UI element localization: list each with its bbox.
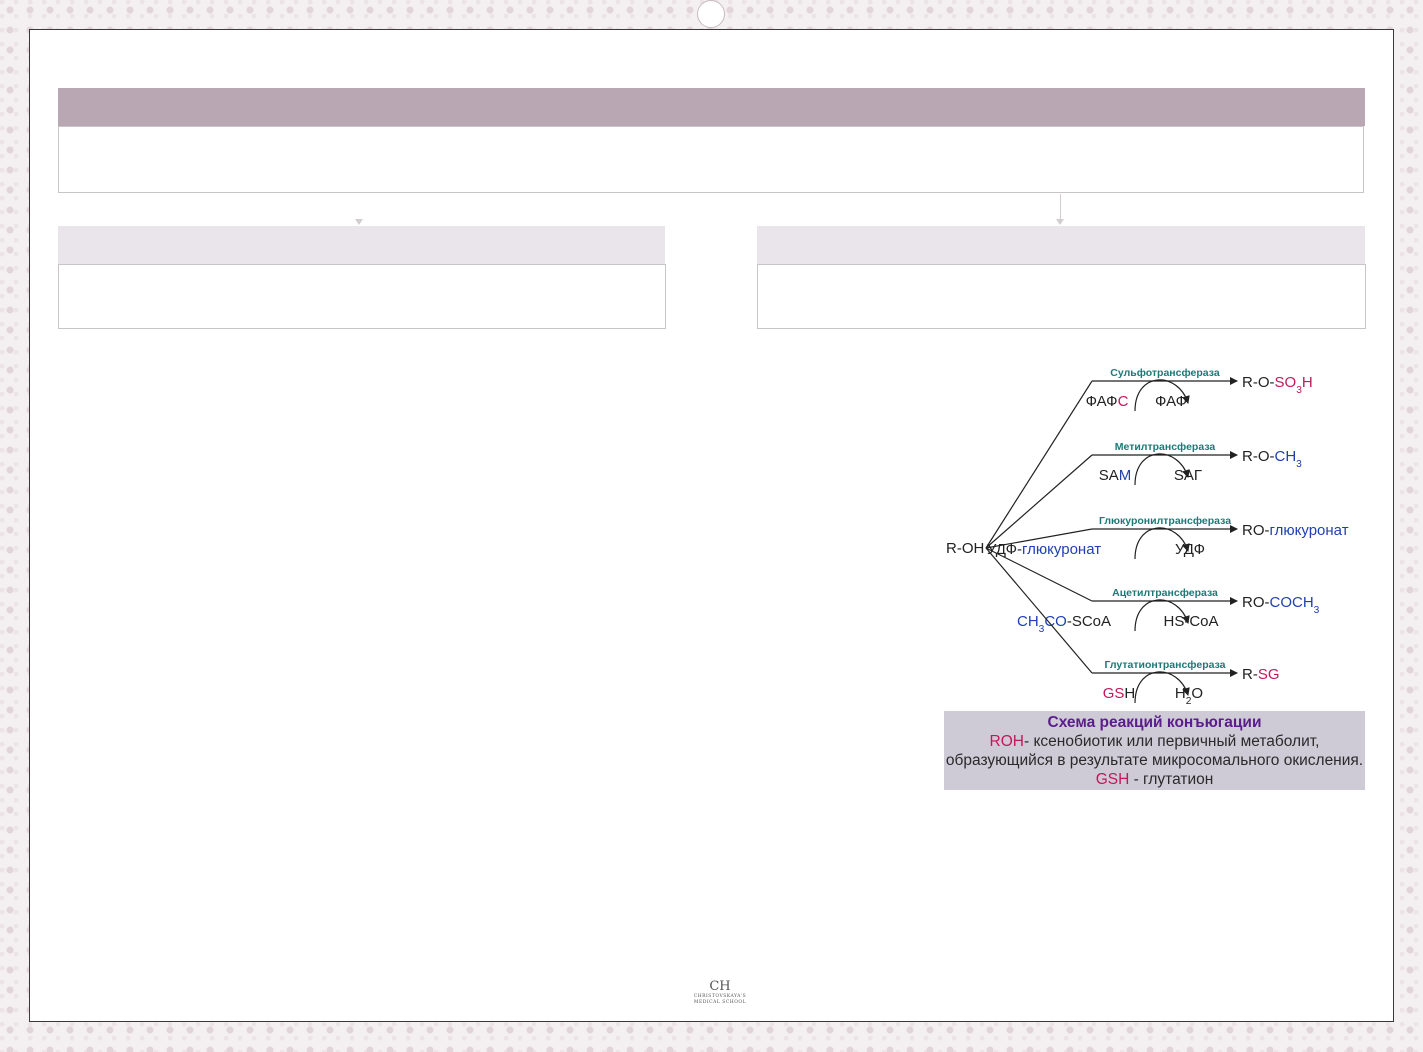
product-label-3-part-2: 3	[1314, 605, 1320, 616]
enzyme-label-1: Метилтрансфераза	[1115, 441, 1216, 453]
left-sub-bar	[58, 226, 665, 264]
logo-line2: MEDICAL SCHOOL	[693, 1000, 747, 1005]
donor-label-2: УДФ-глюкуронат	[987, 541, 1101, 558]
enzyme-label-4: Глутатионтрансфераза	[1104, 659, 1225, 671]
scheme-caption: Схема реакций конъюгации ROH- ксенобиоти…	[944, 711, 1365, 790]
donor-label-3-part-3: -SCoA	[1067, 613, 1111, 630]
donor-label-3: CH3CO-SCoA	[1017, 613, 1111, 635]
left-arrow-icon	[355, 219, 363, 225]
product-label-3-part-0: RO-	[1242, 594, 1270, 611]
branch-line-1	[985, 454, 1093, 549]
byproduct-label-1-part-0: SAГ	[1174, 467, 1202, 484]
branch-line-0	[985, 380, 1093, 549]
donor-label-4: GSH	[1103, 685, 1136, 702]
byproduct-label-1: SAГ	[1174, 467, 1202, 484]
donor-label-0-part-1: С	[1118, 393, 1129, 410]
donor-label-0: ФАФС	[1086, 393, 1129, 410]
product-label-1-part-0: R-O-	[1242, 448, 1275, 465]
caption-text2: - глутатион	[1129, 771, 1214, 788]
byproduct-label-2: УДФ	[1175, 541, 1205, 558]
donor-label-1-part-1: M	[1119, 467, 1132, 484]
header-bar	[58, 88, 1365, 126]
product-label-2-part-1: глюкуронат	[1270, 522, 1349, 539]
branch-line-4	[985, 547, 1093, 674]
donor-label-3-part-0: CH	[1017, 613, 1039, 630]
right-sub-bar	[757, 226, 1365, 264]
byproduct-label-4-part-2: O	[1191, 685, 1203, 702]
product-label-2: RO-глюкуронат	[1242, 522, 1349, 539]
byproduct-label-3-part-0: HS-CoA	[1163, 613, 1218, 630]
product-label-4-part-1: SG	[1258, 666, 1280, 683]
product-label-0-part-0: R-O-	[1242, 374, 1275, 391]
left-sub-box	[58, 264, 666, 329]
top-ornament	[697, 0, 725, 28]
donor-label-4-part-1: H	[1124, 685, 1135, 702]
logo-monogram: CH	[709, 979, 731, 994]
reactions-layer: СульфотрансферазаФАФС ФАФR-O-SO3HМетилтра…	[985, 367, 1349, 705]
header-box	[58, 126, 1364, 193]
byproduct-label-4-part-0: H	[1175, 685, 1186, 702]
right-arrow-icon	[1056, 219, 1064, 225]
donor-label-1: SAM	[1099, 467, 1132, 484]
product-label-2-part-0: RO-	[1242, 522, 1270, 539]
product-label-4-part-0: R-	[1242, 666, 1258, 683]
product-label-1: R-O-CH3	[1242, 448, 1302, 470]
byproduct-label-2-part-0: УДФ	[1175, 541, 1205, 558]
right-connector-line	[1060, 194, 1061, 220]
footer-logo: CH CHRISTOVSKAYA'S MEDICAL SCHOOL	[690, 980, 750, 1006]
byproduct-label-0: ФАФ	[1155, 393, 1187, 410]
enzyme-label-2: Глюкуронилтрансфераза	[1099, 515, 1231, 527]
product-label-0-part-1: SO	[1275, 374, 1297, 391]
donor-label-0-part-0: ФАФ	[1086, 393, 1118, 410]
product-label-3: RO-COCH3	[1242, 594, 1320, 616]
right-sub-box	[757, 264, 1366, 329]
product-label-0: R-O-SO3H	[1242, 374, 1313, 396]
caption-body: ROH- ксенобиотик или первичный метаболит…	[944, 732, 1365, 789]
donor-label-2-part-1: глюкуронат	[1022, 541, 1101, 558]
caption-gsh: GSH	[1095, 771, 1130, 788]
enzyme-label-0: Сульфотрансфераза	[1110, 367, 1220, 379]
product-label-1-part-2: 3	[1296, 459, 1302, 470]
byproduct-label-4: H2O	[1175, 685, 1203, 705]
product-label-1-part-1: CH	[1275, 448, 1297, 465]
caption-roh: ROH	[989, 733, 1024, 750]
byproduct-label-0-part-0: ФАФ	[1155, 393, 1187, 410]
product-label-4: R-SG	[1242, 666, 1280, 683]
caption-title: Схема реакций конъюгации	[1047, 714, 1262, 731]
donor-label-4-part-0: GS	[1103, 685, 1125, 702]
substrate-label: R-OH	[946, 540, 984, 557]
byproduct-label-3: HS-CoA	[1163, 613, 1218, 630]
product-label-0-part-3: H	[1302, 374, 1313, 391]
product-label-3-part-1: COCH	[1270, 594, 1314, 611]
enzyme-label-3: Ацетилтрансфераза	[1112, 587, 1218, 599]
conjugation-scheme: R-OH СульфотрансферазаФАФС ФАФR-O-SO3HМет…	[946, 367, 1349, 705]
donor-label-1-part-0: SA	[1099, 467, 1119, 484]
